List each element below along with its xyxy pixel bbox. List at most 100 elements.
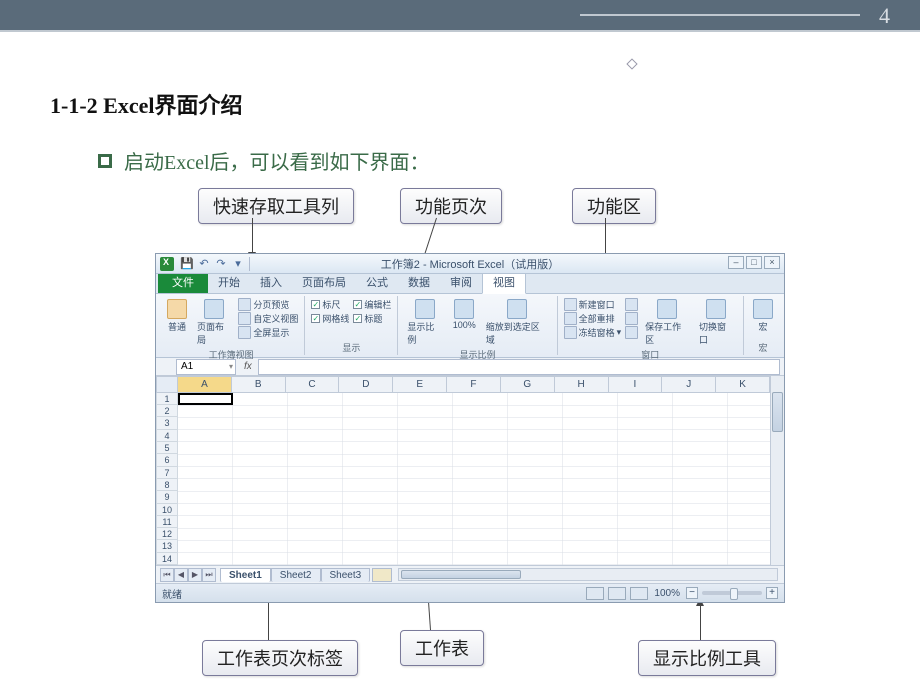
scrollbar-thumb[interactable] bbox=[772, 392, 783, 432]
row-header[interactable]: 6 bbox=[156, 454, 178, 466]
tab-review[interactable]: 审阅 bbox=[440, 271, 482, 293]
row-header[interactable]: 1 bbox=[156, 393, 178, 405]
save-icon[interactable]: 💾 bbox=[180, 257, 194, 271]
zoom-icon bbox=[415, 299, 435, 319]
tab-formulas[interactable]: 公式 bbox=[356, 271, 398, 293]
page-layout-button[interactable]: 页面布局 bbox=[194, 298, 234, 347]
column-header[interactable]: G bbox=[501, 376, 555, 393]
sheet-tab[interactable]: Sheet2 bbox=[271, 568, 321, 582]
columns-area: A B C D E F G H I J K bbox=[178, 376, 770, 565]
page-break-preview-button[interactable]: 分页预览 bbox=[238, 298, 298, 311]
maximize-button[interactable]: □ bbox=[746, 256, 762, 269]
vertical-scrollbar[interactable] bbox=[770, 376, 784, 565]
row-header[interactable]: 10 bbox=[156, 504, 178, 516]
sheet-nav-first[interactable]: ⏮ bbox=[160, 568, 174, 582]
label: 全屏显示 bbox=[253, 326, 289, 339]
arrange-all-icon bbox=[564, 312, 577, 325]
save-workspace-button[interactable]: 保存工作区 bbox=[642, 298, 692, 347]
column-header[interactable]: F bbox=[447, 376, 501, 393]
sheet-nav-last[interactable]: ⏭ bbox=[202, 568, 216, 582]
switch-windows-icon bbox=[706, 299, 726, 319]
row-header[interactable]: 11 bbox=[156, 516, 178, 528]
column-header[interactable]: C bbox=[286, 376, 340, 393]
label: 分页预览 bbox=[253, 298, 289, 311]
row-header[interactable]: 13 bbox=[156, 540, 178, 552]
select-all-corner[interactable] bbox=[156, 376, 178, 393]
zoom-selection-icon bbox=[507, 299, 527, 319]
row-header[interactable]: 14 bbox=[156, 553, 178, 565]
close-button[interactable]: × bbox=[764, 256, 780, 269]
row-header[interactable]: 9 bbox=[156, 491, 178, 503]
arrange-all-button[interactable]: 全部重排 bbox=[564, 312, 622, 325]
sheet-nav-prev[interactable]: ◀ bbox=[174, 568, 188, 582]
status-right: 100% − + bbox=[586, 587, 778, 600]
group-workbook-views: 普通 页面布局 分页预览 自定义视图 全屏显示 工作簿视图 bbox=[158, 296, 305, 355]
full-screen-button[interactable]: 全屏显示 bbox=[238, 326, 298, 339]
row-header[interactable]: 3 bbox=[156, 417, 178, 429]
label: 切换窗口 bbox=[699, 320, 734, 346]
ruler-checkbox[interactable]: ✓标尺 bbox=[311, 298, 349, 311]
headings-checkbox[interactable]: ✓标题 bbox=[353, 312, 391, 325]
zoom-in-button[interactable]: + bbox=[766, 587, 778, 599]
zoom-selection-button[interactable]: 缩放到选定区域 bbox=[483, 298, 551, 347]
tab-page-layout[interactable]: 页面布局 bbox=[292, 271, 356, 293]
formula-bar[interactable] bbox=[258, 359, 780, 375]
horizontal-scrollbar[interactable] bbox=[398, 568, 778, 581]
view-page-break-button[interactable] bbox=[630, 587, 648, 600]
zoom-slider[interactable] bbox=[702, 591, 762, 595]
bullet-square-icon bbox=[98, 154, 112, 168]
column-header[interactable]: B bbox=[232, 376, 286, 393]
redo-icon[interactable]: ↷ bbox=[214, 257, 228, 271]
row-header[interactable]: 12 bbox=[156, 528, 178, 540]
tab-insert[interactable]: 插入 bbox=[250, 271, 292, 293]
zoom-out-button[interactable]: − bbox=[686, 587, 698, 599]
scrollbar-thumb[interactable] bbox=[401, 570, 521, 579]
minimize-button[interactable]: – bbox=[728, 256, 744, 269]
hide-icon[interactable] bbox=[625, 312, 638, 325]
row-header[interactable]: 4 bbox=[156, 430, 178, 442]
sheet-tab[interactable]: Sheet1 bbox=[220, 568, 271, 582]
split-icon[interactable] bbox=[625, 298, 638, 311]
custom-views-icon bbox=[238, 312, 251, 325]
row-header[interactable]: 8 bbox=[156, 479, 178, 491]
tab-home[interactable]: 开始 bbox=[208, 271, 250, 293]
zoom-button[interactable]: 显示比例 bbox=[404, 298, 445, 347]
zoom-100-button[interactable]: 100% bbox=[450, 298, 479, 331]
column-header[interactable]: K bbox=[716, 376, 770, 393]
column-header[interactable]: A bbox=[178, 376, 232, 393]
freeze-panes-button[interactable]: 冻结窗格 ▾ bbox=[564, 326, 622, 339]
view-page-layout-button[interactable] bbox=[608, 587, 626, 600]
column-header[interactable]: E bbox=[393, 376, 447, 393]
file-tab[interactable]: 文件 bbox=[158, 271, 208, 293]
undo-icon[interactable]: ↶ bbox=[197, 257, 211, 271]
switch-windows-button[interactable]: 切换窗口 bbox=[696, 298, 737, 347]
zoom-100-icon bbox=[454, 299, 474, 319]
column-header[interactable]: H bbox=[555, 376, 609, 393]
ribbon: 普通 页面布局 分页预览 自定义视图 全屏显示 工作簿视图 ✓标尺 ✓网格线 bbox=[156, 294, 784, 358]
view-normal-button[interactable] bbox=[586, 587, 604, 600]
cells[interactable] bbox=[178, 393, 770, 565]
macros-button[interactable]: 宏 bbox=[750, 298, 776, 334]
qat-dropdown-icon[interactable]: ▾ bbox=[231, 257, 245, 271]
gridlines-checkbox[interactable]: ✓网格线 bbox=[311, 312, 349, 325]
custom-views-button[interactable]: 自定义视图 bbox=[238, 312, 298, 325]
row-header[interactable]: 5 bbox=[156, 442, 178, 454]
normal-view-button[interactable]: 普通 bbox=[164, 298, 190, 334]
row-header[interactable]: 2 bbox=[156, 405, 178, 417]
active-cell[interactable] bbox=[178, 393, 233, 405]
sheet-tab[interactable]: Sheet3 bbox=[321, 568, 371, 582]
tab-data[interactable]: 数据 bbox=[398, 271, 440, 293]
row-header[interactable]: 7 bbox=[156, 467, 178, 479]
fx-icon[interactable]: fx bbox=[244, 361, 252, 372]
new-sheet-button[interactable] bbox=[372, 568, 392, 582]
new-window-button[interactable]: 新建窗口 bbox=[564, 298, 622, 311]
column-header[interactable]: J bbox=[662, 376, 716, 393]
column-header[interactable]: I bbox=[609, 376, 663, 393]
new-window-icon bbox=[564, 298, 577, 311]
label: 宏 bbox=[758, 320, 767, 333]
unhide-icon[interactable] bbox=[625, 326, 638, 339]
name-box[interactable]: A1▾ bbox=[176, 359, 236, 375]
sheet-nav-next[interactable]: ▶ bbox=[188, 568, 202, 582]
column-header[interactable]: D bbox=[339, 376, 393, 393]
formula-bar-checkbox[interactable]: ✓编辑栏 bbox=[353, 298, 391, 311]
